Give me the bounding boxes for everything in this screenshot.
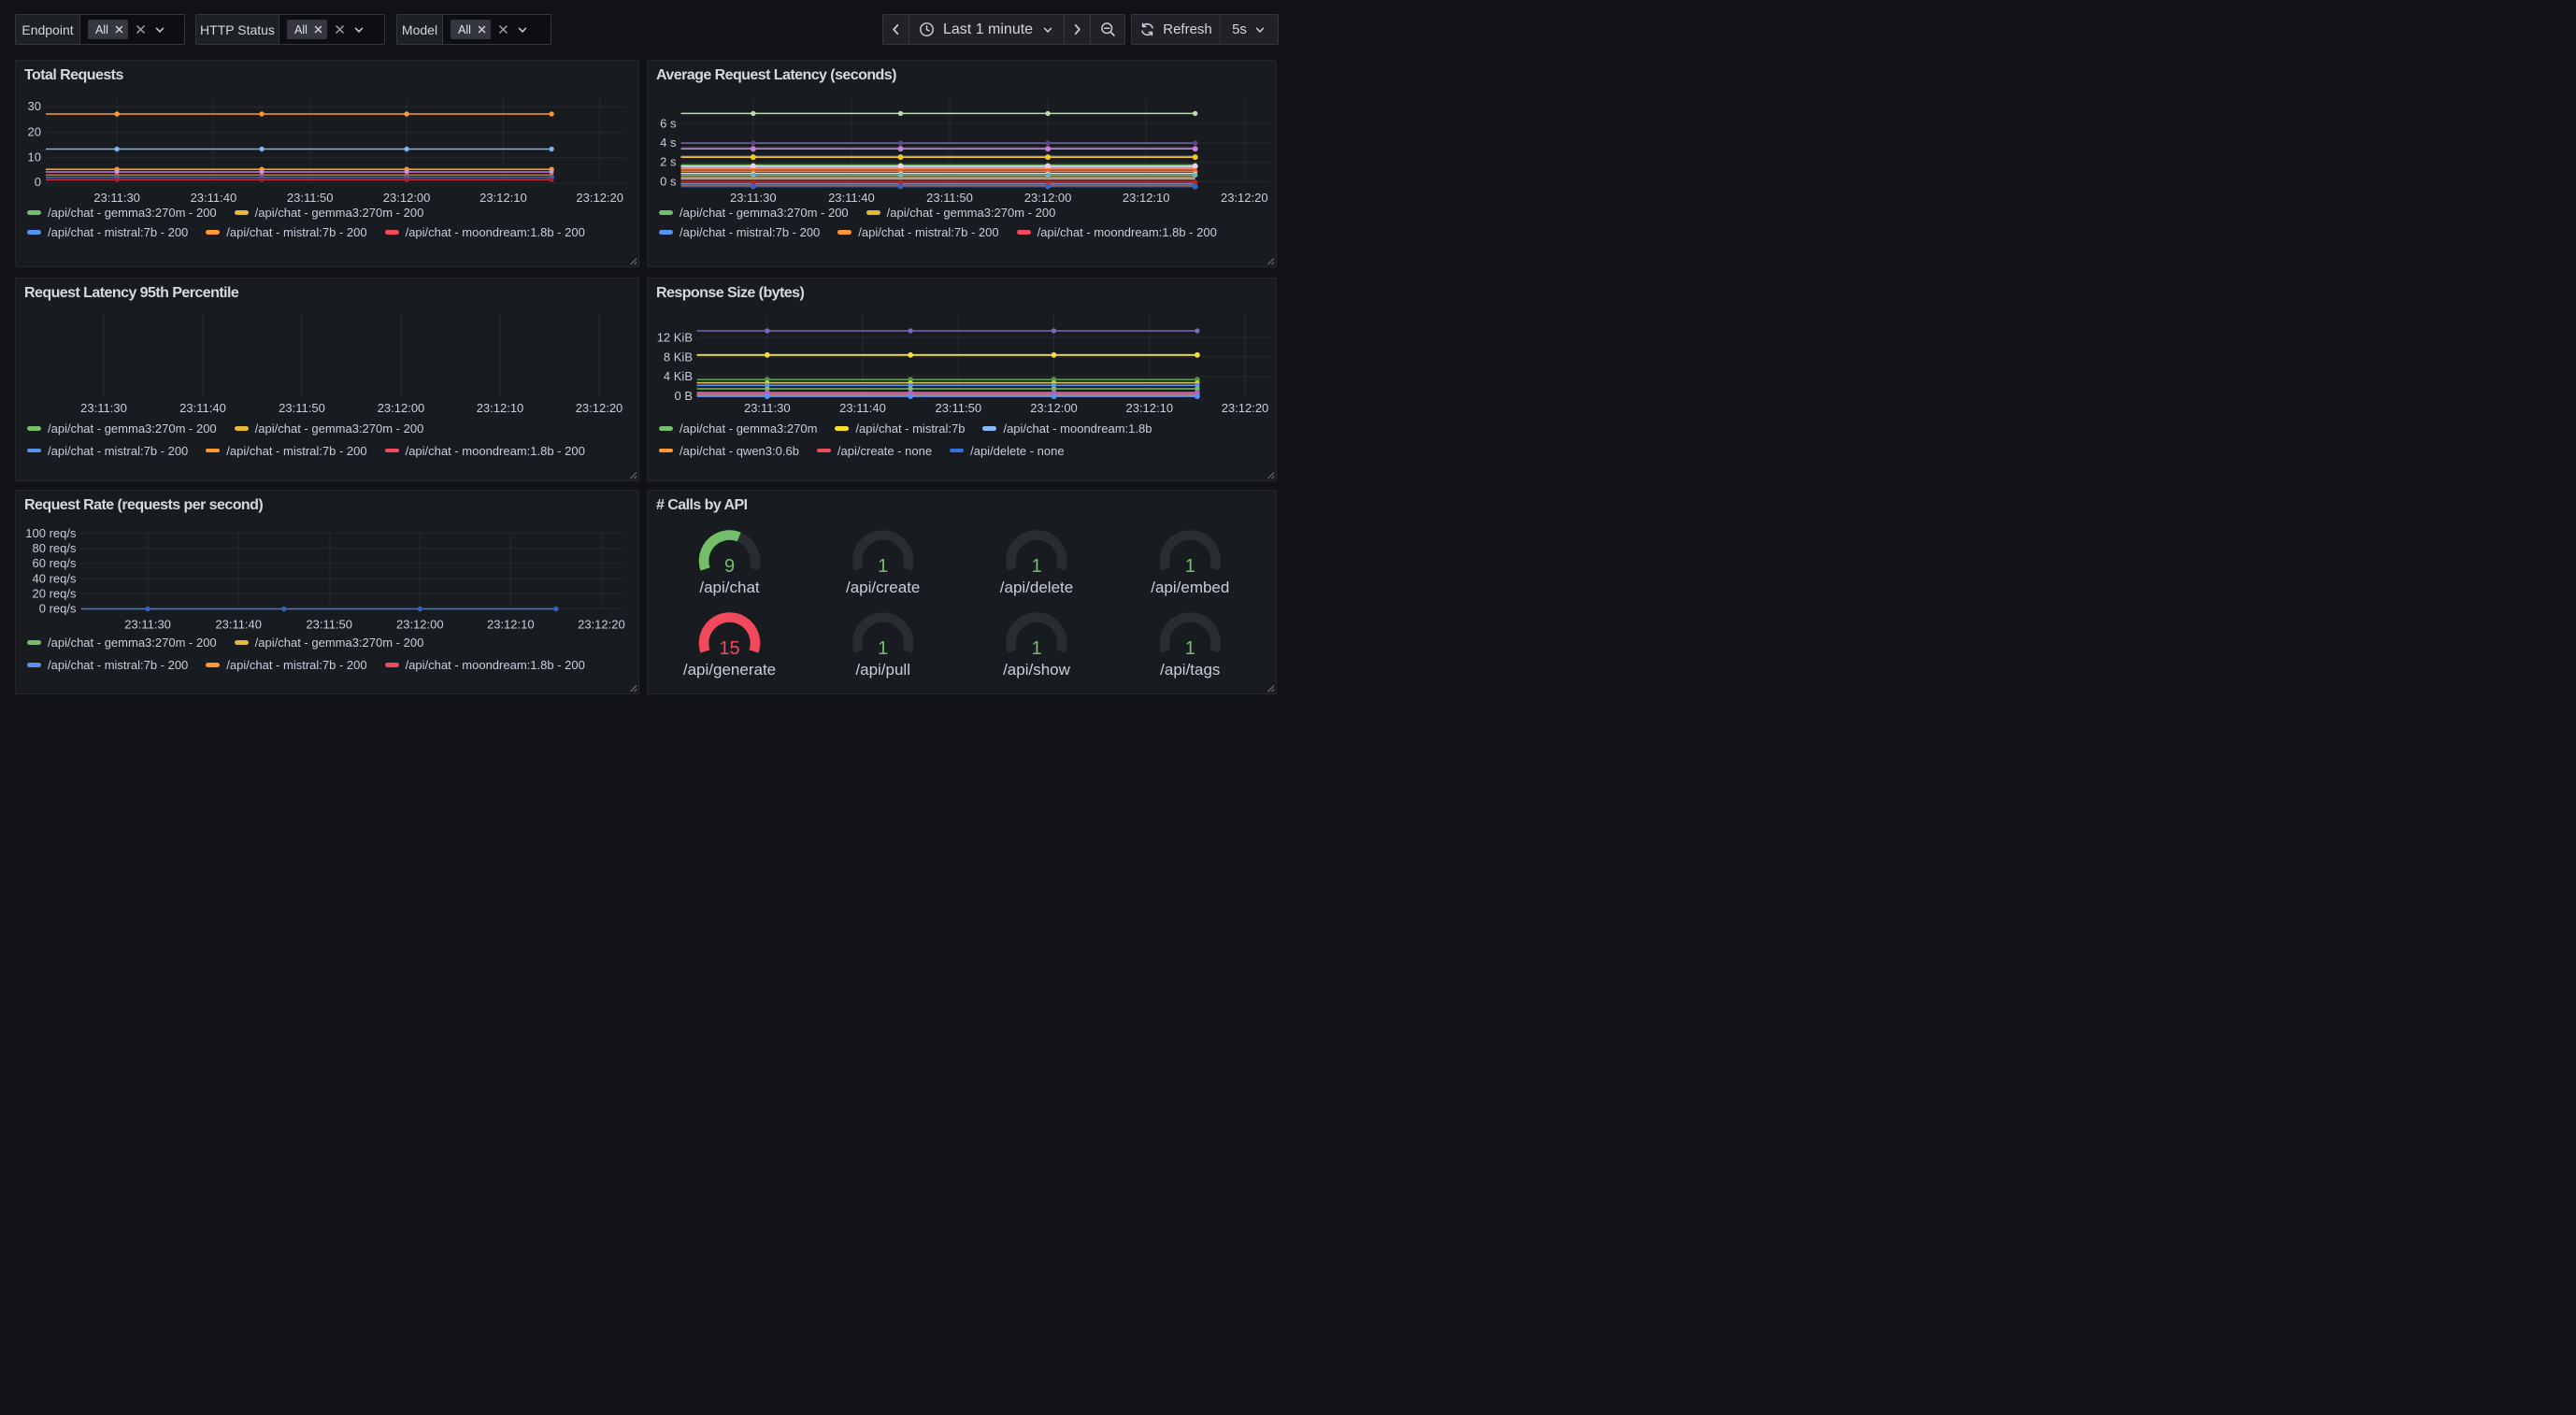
svg-text:23:11:30: 23:11:30	[80, 401, 127, 415]
svg-text:23:12:10: 23:12:10	[477, 401, 524, 415]
svg-text:30: 30	[28, 99, 41, 113]
svg-text:1: 1	[1031, 638, 1041, 659]
svg-text:4 s: 4 s	[660, 136, 677, 150]
svg-text:/api/delete: /api/delete	[1000, 579, 1073, 596]
svg-text:40 req/s: 40 req/s	[33, 571, 77, 585]
svg-text:23:11:30: 23:11:30	[730, 191, 777, 205]
svg-text:23:11:40: 23:11:40	[179, 401, 226, 415]
svg-text:23:12:20: 23:12:20	[1222, 401, 1269, 415]
svg-text:60 req/s: 60 req/s	[33, 556, 77, 570]
svg-text:0: 0	[35, 175, 41, 189]
svg-text:23:11:50: 23:11:50	[935, 401, 981, 415]
svg-text:23:11:30: 23:11:30	[744, 401, 791, 415]
svg-text:4 KiB: 4 KiB	[664, 369, 693, 383]
svg-text:6 s: 6 s	[660, 116, 677, 130]
svg-text:1: 1	[1185, 638, 1195, 659]
svg-text:23:12:00: 23:12:00	[1030, 401, 1078, 415]
svg-text:15: 15	[719, 638, 739, 659]
svg-text:1: 1	[1185, 556, 1195, 577]
svg-text:/api/pull: /api/pull	[855, 661, 910, 679]
svg-text:80 req/s: 80 req/s	[33, 541, 77, 555]
svg-text:23:12:20: 23:12:20	[578, 618, 625, 632]
svg-text:23:12:00: 23:12:00	[383, 191, 431, 205]
svg-text:/api/chat: /api/chat	[699, 579, 760, 596]
svg-text:23:12:00: 23:12:00	[378, 401, 425, 415]
svg-text:8 KiB: 8 KiB	[664, 350, 693, 364]
svg-text:/api/show: /api/show	[1003, 661, 1071, 679]
svg-text:/api/tags: /api/tags	[1160, 661, 1220, 679]
svg-text:23:11:40: 23:11:40	[839, 401, 886, 415]
svg-text:12 KiB: 12 KiB	[657, 331, 693, 345]
svg-text:20 req/s: 20 req/s	[33, 587, 77, 601]
svg-text:0 B: 0 B	[674, 389, 693, 403]
svg-text:/api/create: /api/create	[846, 579, 920, 596]
svg-text:2 s: 2 s	[660, 155, 677, 169]
svg-text:20: 20	[28, 124, 41, 138]
svg-text:23:11:50: 23:11:50	[306, 618, 352, 632]
svg-text:0 s: 0 s	[660, 174, 677, 188]
svg-text:10: 10	[28, 150, 41, 164]
svg-text:23:12:20: 23:12:20	[1221, 191, 1268, 205]
svg-text:23:12:10: 23:12:10	[1125, 401, 1173, 415]
svg-text:23:11:30: 23:11:30	[124, 618, 171, 632]
svg-text:1: 1	[878, 556, 888, 577]
svg-text:23:11:50: 23:11:50	[926, 191, 973, 205]
svg-text:1: 1	[878, 638, 888, 659]
svg-text:23:12:00: 23:12:00	[396, 618, 444, 632]
svg-text:23:12:20: 23:12:20	[576, 401, 623, 415]
svg-text:23:12:00: 23:12:00	[1024, 191, 1072, 205]
svg-text:23:11:40: 23:11:40	[828, 191, 875, 205]
svg-text:0 req/s: 0 req/s	[39, 602, 77, 616]
svg-text:/api/generate: /api/generate	[683, 661, 776, 679]
svg-text:100 req/s: 100 req/s	[25, 526, 77, 540]
svg-text:9: 9	[724, 556, 735, 577]
svg-text:23:12:20: 23:12:20	[576, 191, 623, 205]
svg-text:23:11:50: 23:11:50	[287, 191, 334, 205]
svg-text:23:11:30: 23:11:30	[93, 191, 140, 205]
svg-text:23:11:50: 23:11:50	[279, 401, 325, 415]
svg-text:23:11:40: 23:11:40	[215, 618, 262, 632]
svg-text:23:12:10: 23:12:10	[1123, 191, 1170, 205]
svg-text:1: 1	[1031, 556, 1041, 577]
svg-text:23:11:40: 23:11:40	[191, 191, 237, 205]
svg-text:23:12:10: 23:12:10	[479, 191, 527, 205]
svg-text:/api/embed: /api/embed	[1151, 579, 1229, 596]
svg-text:23:12:10: 23:12:10	[487, 618, 535, 632]
